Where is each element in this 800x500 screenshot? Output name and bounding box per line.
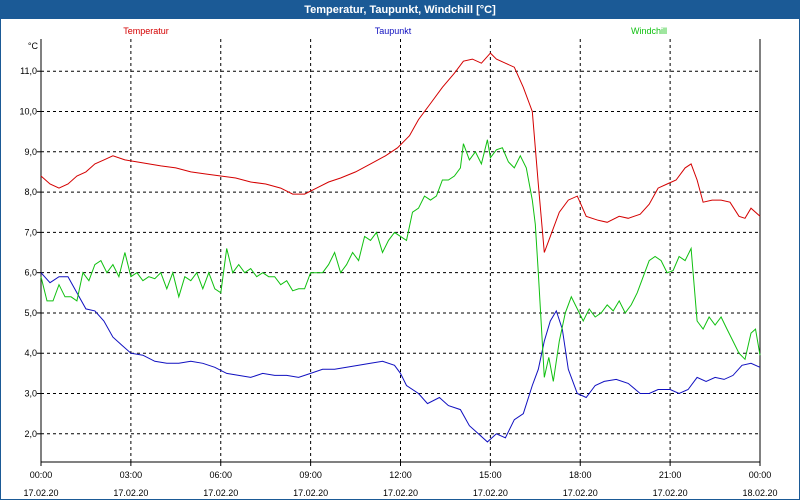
x-tick-time-label: 03:00: [120, 470, 143, 480]
x-tick-time-label: 18:00: [569, 470, 592, 480]
x-tick-date-label: 17.02.20: [383, 488, 418, 498]
y-tick-label: 5,0: [24, 308, 37, 318]
x-tick-date-label: 17.02.20: [113, 488, 148, 498]
x-tick-time-label: 12:00: [389, 470, 412, 480]
y-tick-label: 7,0: [24, 227, 37, 237]
x-tick-date-label: 17.02.20: [473, 488, 508, 498]
x-tick-date-label: 17.02.20: [23, 488, 58, 498]
y-tick-label: 4,0: [24, 348, 37, 358]
line-chart: 2,0 3,0 4,0 5,0 6,0 7,0 8,0 9,0 10,0 11,0 00:00 17.…: [19, 26, 777, 498]
x-tick-date-label: 17.02.20: [653, 488, 688, 498]
grid-lines: [41, 39, 760, 462]
x-tick-date-label: 17.02.20: [563, 488, 598, 498]
x-tick-time-label: 00:00: [30, 470, 53, 480]
y-tick-label: 9,0: [24, 147, 37, 157]
y-tick-label: 6,0: [24, 268, 37, 278]
x-tick-time-label: 06:00: [209, 470, 232, 480]
x-tick-time-label: 00:00: [749, 470, 772, 480]
axes: [37, 39, 761, 466]
x-tick-date-label: 17.02.20: [203, 488, 238, 498]
y-axis-unit-label: °C: [28, 41, 39, 51]
chart-title: Temperatur, Taupunkt, Windchill [°C]: [1, 1, 799, 19]
x-tick-time-label: 21:00: [659, 470, 682, 480]
x-tick-time-label: 09:00: [299, 470, 322, 480]
legend-label-taupunkt: Taupunkt: [375, 26, 412, 36]
chart-window: Temperatur, Taupunkt, Windchill [°C] 2,0…: [0, 0, 800, 500]
y-tick-label: 11,0: [20, 66, 37, 76]
y-tick-label: 3,0: [24, 389, 37, 399]
legend-label-temperatur: Temperatur: [123, 26, 169, 36]
x-tick-date-label: 18.02.20: [742, 488, 777, 498]
y-tick-label: 2,0: [24, 429, 37, 439]
x-tick-date-label: 17.02.20: [293, 488, 328, 498]
x-tick-time-label: 15:00: [479, 470, 502, 480]
y-tick-label: 8,0: [24, 187, 37, 197]
legend-label-windchill: Windchill: [631, 26, 667, 36]
axis-labels: 2,0 3,0 4,0 5,0 6,0 7,0 8,0 9,0 10,0 11,0 00:00 17.…: [19, 26, 777, 498]
y-tick-label: 10,0: [19, 107, 37, 117]
